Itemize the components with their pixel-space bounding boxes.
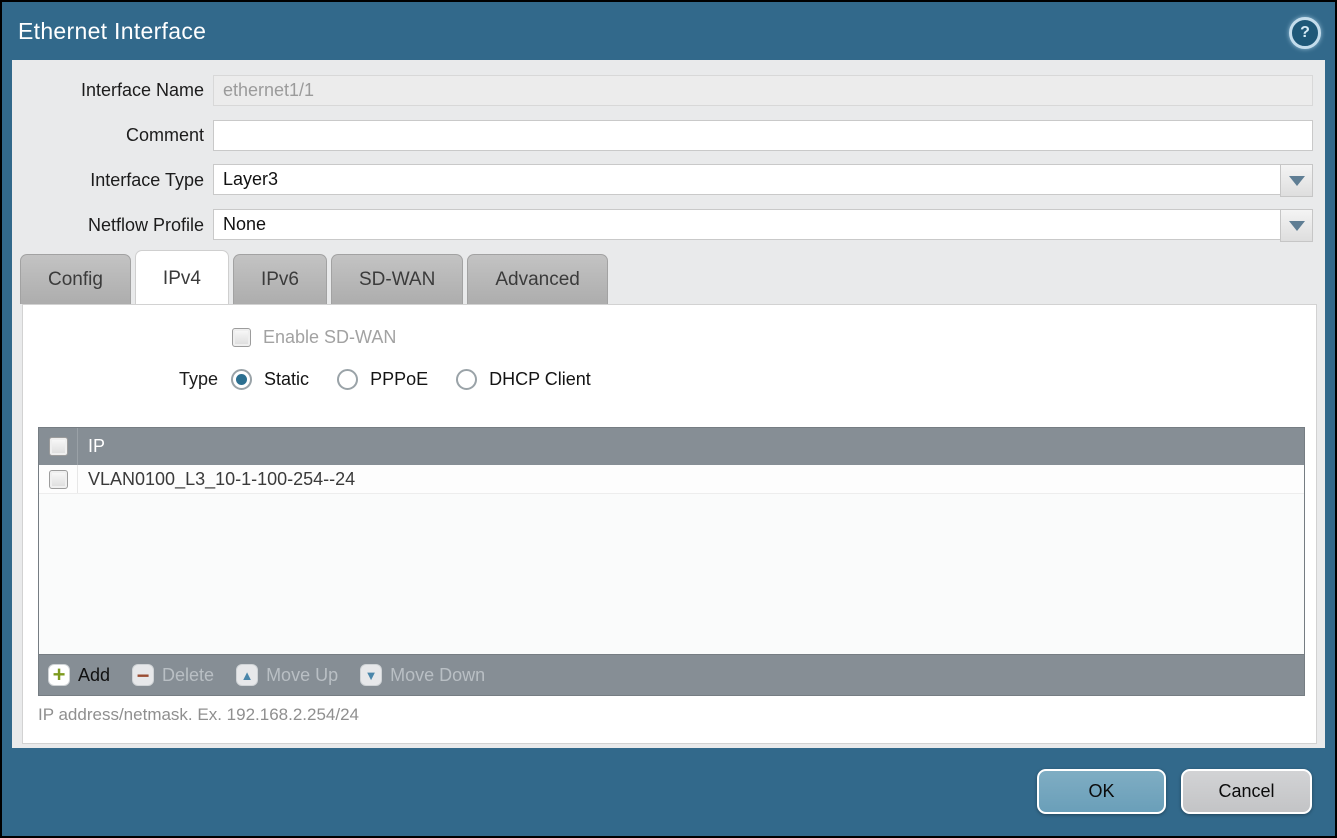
tab-bar: Config IPv4 IPv6 SD-WAN Advanced [20, 254, 612, 304]
add-button[interactable]: + Add [48, 664, 110, 686]
enable-sdwan-checkbox[interactable] [232, 328, 251, 347]
row-checkbox[interactable] [49, 470, 68, 489]
radio-static[interactable] [231, 369, 252, 390]
radio-dhcp[interactable] [456, 369, 477, 390]
interface-type-label: Interface Type [12, 170, 213, 191]
row-ip-value: VLAN0100_L3_10-1-100-254--24 [78, 469, 355, 490]
radio-option-dhcp[interactable]: DHCP Client [456, 369, 591, 390]
ok-button[interactable]: OK [1037, 769, 1166, 814]
enable-sdwan-label: Enable SD-WAN [263, 327, 396, 348]
help-icon[interactable]: ? [1289, 17, 1321, 49]
arrow-up-icon: ▲ [236, 664, 258, 686]
dialog-title: Ethernet Interface [18, 18, 206, 45]
delete-button[interactable]: − Delete [132, 664, 214, 686]
chevron-down-icon [1289, 221, 1305, 231]
move-up-button[interactable]: ▲ Move Up [236, 664, 338, 686]
tab-sdwan[interactable]: SD-WAN [331, 254, 463, 304]
table-toolbar: + Add − Delete ▲ Move Up ▼ Move Down [39, 654, 1304, 695]
comment-label: Comment [12, 125, 213, 146]
arrow-down-icon: ▼ [360, 664, 382, 686]
comment-field[interactable] [213, 120, 1313, 151]
chevron-down-icon [1289, 176, 1305, 186]
type-label: Type [179, 369, 218, 390]
select-all-checkbox[interactable] [49, 437, 68, 456]
radio-dhcp-label: DHCP Client [489, 369, 591, 390]
netflow-profile-dropdown-button[interactable] [1280, 209, 1313, 242]
ip-table: IP VLAN0100_L3_10-1-100-254--24 + Add − … [38, 427, 1305, 696]
tab-config[interactable]: Config [20, 254, 131, 304]
dialog-titlebar: Ethernet Interface ? [4, 2, 1333, 58]
minus-icon: − [132, 664, 154, 686]
interface-type-combo[interactable]: Layer3 [213, 164, 1313, 197]
plus-icon: + [48, 664, 70, 686]
tab-ipv4[interactable]: IPv4 [135, 250, 229, 304]
interface-name-field [213, 75, 1313, 106]
tab-ipv6[interactable]: IPv6 [233, 254, 327, 304]
type-radio-group: Type Static PPPoE DHCP Client [179, 369, 619, 390]
cancel-button[interactable]: Cancel [1181, 769, 1312, 814]
enable-sdwan-row: Enable SD-WAN [232, 327, 396, 348]
move-down-button[interactable]: ▼ Move Down [360, 664, 485, 686]
ip-table-header: IP [39, 428, 1304, 465]
radio-static-label: Static [264, 369, 309, 390]
tab-advanced[interactable]: Advanced [467, 254, 608, 304]
ip-format-hint: IP address/netmask. Ex. 192.168.2.254/24 [38, 705, 359, 725]
radio-pppoe-label: PPPoE [370, 369, 428, 390]
netflow-profile-value[interactable]: None [213, 209, 1280, 240]
radio-option-pppoe[interactable]: PPPoE [337, 369, 428, 390]
netflow-profile-label: Netflow Profile [12, 215, 213, 236]
radio-option-static[interactable]: Static [231, 369, 309, 390]
table-empty-area [39, 494, 1304, 654]
netflow-profile-combo[interactable]: None [213, 209, 1313, 242]
interface-type-value[interactable]: Layer3 [213, 164, 1280, 195]
interface-type-dropdown-button[interactable] [1280, 164, 1313, 197]
interface-name-label: Interface Name [12, 80, 213, 101]
ipv4-tab-panel: Enable SD-WAN Type Static PPPoE DHCP Cli… [22, 304, 1317, 744]
ethernet-interface-dialog: Ethernet Interface ? Interface Name Comm… [0, 0, 1337, 838]
ip-column-header: IP [78, 436, 105, 457]
radio-pppoe[interactable] [337, 369, 358, 390]
table-row[interactable]: VLAN0100_L3_10-1-100-254--24 [39, 465, 1304, 494]
